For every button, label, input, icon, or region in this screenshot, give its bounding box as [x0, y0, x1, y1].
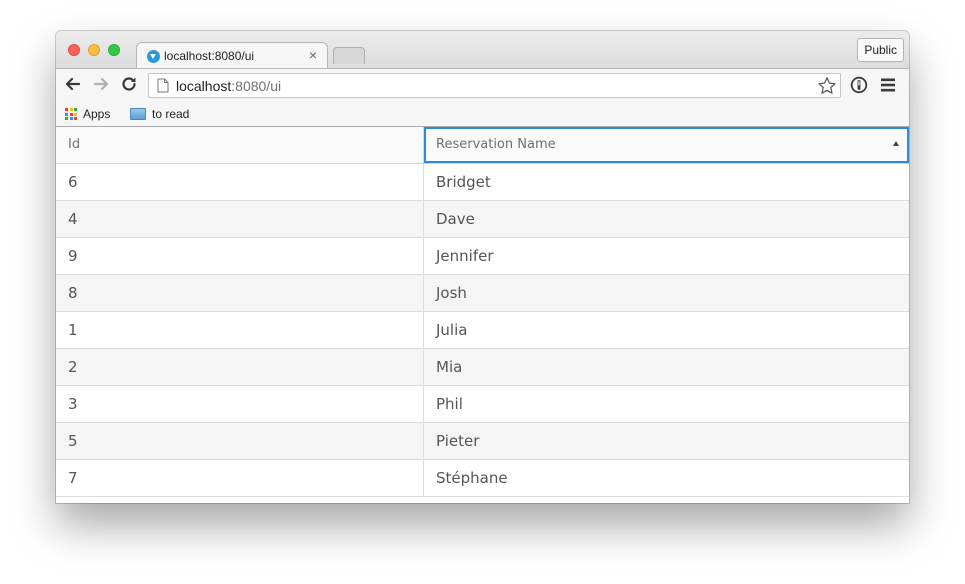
apps-grid-icon	[65, 108, 77, 120]
profile-button[interactable]: Public	[857, 38, 904, 62]
cell-reservation-name: Phil	[436, 395, 463, 413]
table-row[interactable]: 3 Phil	[56, 386, 909, 423]
cell-reservation-name: Bridget	[436, 173, 491, 191]
cell-reservation-name: Jennifer	[436, 247, 494, 265]
table-row[interactable]: 4 Dave	[56, 201, 909, 238]
cell-reservation-name: Josh	[436, 284, 467, 302]
address-bar[interactable]: localhost:8080/ui	[148, 73, 841, 98]
window-maximize-button[interactable]	[108, 44, 120, 56]
cell-reservation-name: Stéphane	[436, 469, 508, 487]
cell-reservation-name: Mia	[436, 358, 463, 376]
window-close-button[interactable]	[68, 44, 80, 56]
bookmark-folder-to-read[interactable]: to read	[130, 106, 189, 122]
window-minimize-button[interactable]	[88, 44, 100, 56]
cell-reservation-name: Pieter	[436, 432, 480, 450]
tab-title: localhost:8080/ui	[164, 49, 255, 63]
table-row[interactable]: 7 Stéphane	[56, 460, 909, 497]
favicon-icon	[147, 50, 160, 63]
cell-id: 2	[56, 349, 424, 385]
browser-tab[interactable]: localhost:8080/ui ×	[136, 42, 328, 69]
back-icon[interactable]	[63, 74, 83, 94]
sort-ascending-icon	[893, 141, 899, 146]
cell-reservation-name: Julia	[436, 321, 468, 339]
tab-strip: localhost:8080/ui × Public	[56, 31, 909, 69]
bookmark-label: Apps	[83, 107, 111, 121]
cell-id: 8	[56, 275, 424, 311]
browser-window: localhost:8080/ui × Public localhost:808…	[56, 31, 909, 503]
table-row[interactable]: 5 Pieter	[56, 423, 909, 460]
cell-id: 3	[56, 386, 424, 422]
cell-id: 6	[56, 164, 424, 200]
cell-reservation-name: Dave	[436, 210, 475, 228]
table-row[interactable]: 2 Mia	[56, 349, 909, 386]
cell-id: 1	[56, 312, 424, 348]
cell-id: 7	[56, 460, 424, 496]
bookmark-star-icon[interactable]	[817, 76, 837, 96]
column-header-reservation-name[interactable]: Reservation Name	[424, 127, 909, 163]
tab-close-icon[interactable]: ×	[309, 47, 317, 63]
column-header-id[interactable]: Id	[56, 127, 424, 163]
table-row[interactable]: 6 Bridget	[56, 164, 909, 201]
bookmarks-bar: Apps to read	[56, 102, 909, 127]
table-row[interactable]: 1 Julia	[56, 312, 909, 349]
forward-icon[interactable]	[91, 74, 111, 94]
table-row[interactable]: 9 Jennifer	[56, 238, 909, 275]
url-text: localhost:8080/ui	[176, 78, 282, 94]
cell-id: 5	[56, 423, 424, 459]
bookmark-label: to read	[152, 107, 190, 121]
browser-toolbar: localhost:8080/ui	[56, 68, 909, 102]
column-header-label: Reservation Name	[436, 137, 556, 152]
bookmark-apps[interactable]: Apps	[65, 106, 110, 122]
grid-header: Id Reservation Name	[56, 127, 909, 164]
cell-id: 9	[56, 238, 424, 274]
reservations-grid: Id Reservation Name 6 Bridget 4 Dave 9 Jennif…	[56, 127, 909, 497]
table-row[interactable]: 8 Josh	[56, 275, 909, 312]
grid-body: 6 Bridget 4 Dave 9 Jennifer 8 Josh 1 Julia 2 Mia 3 Ph…	[56, 164, 909, 497]
folder-icon	[130, 108, 146, 120]
extension-icon[interactable]	[850, 76, 868, 94]
cell-id: 4	[56, 201, 424, 237]
reload-icon[interactable]	[119, 74, 139, 94]
new-tab-button[interactable]	[333, 47, 365, 64]
menu-icon[interactable]	[881, 78, 895, 92]
page-icon	[157, 78, 169, 93]
page-content: Id Reservation Name 6 Bridget 4 Dave 9 Jennif…	[56, 127, 909, 503]
